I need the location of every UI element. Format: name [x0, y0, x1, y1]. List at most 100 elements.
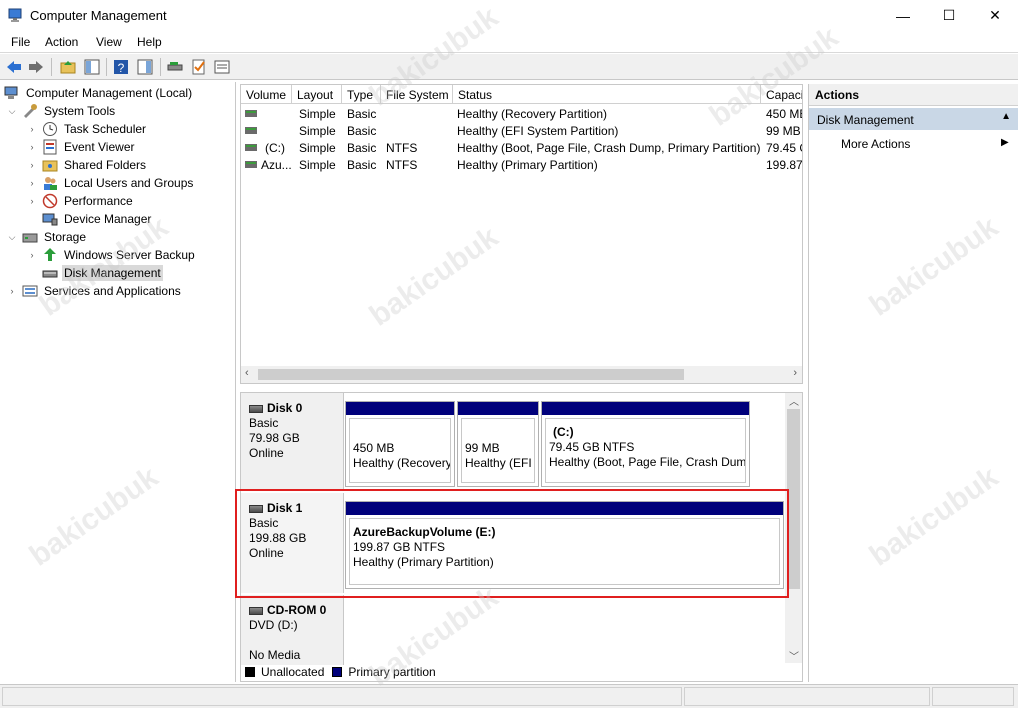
cell-status: Healthy (Primary Partition) [457, 158, 598, 172]
scrollbar-thumb[interactable] [787, 409, 800, 589]
partition-status: Healthy (Boot, Page File, Crash Dump [549, 455, 746, 469]
chevron-down-icon[interactable]: ﹀ [789, 648, 799, 663]
partition-efi[interactable]: 99 MB Healthy (EFI S [457, 401, 539, 487]
device-manager-icon [42, 213, 58, 226]
chevron-down-icon[interactable]: ⌵ [6, 232, 18, 243]
chevron-right-icon[interactable]: › [6, 286, 18, 296]
table-row[interactable]: Simple Basic Healthy (EFI System Partiti… [241, 122, 802, 139]
cell-layout: Simple [299, 158, 336, 172]
tree-item-storage[interactable]: ⌵ Storage [6, 228, 88, 246]
chevron-right-icon[interactable]: › [26, 250, 38, 260]
menu-action[interactable]: Action [45, 35, 78, 49]
tree-item-task-scheduler[interactable]: › Task Scheduler [26, 120, 148, 138]
chevron-up-icon[interactable]: ︿ [789, 393, 799, 408]
tree-item-windows-server-backup[interactable]: › Windows Server Backup [26, 246, 197, 264]
tree-item-shared-folders[interactable]: › Shared Folders [26, 156, 148, 174]
close-button[interactable]: ✕ [972, 0, 1018, 31]
help-icon[interactable]: ? [112, 58, 130, 76]
tree-item-local-users[interactable]: › Local Users and Groups [26, 174, 195, 192]
menu-help[interactable]: Help [137, 35, 162, 49]
cell-volume: Azu... [261, 158, 292, 172]
table-row[interactable]: Azu... Simple Basic NTFS Healthy (Primar… [241, 156, 802, 173]
disk-state: No Media [249, 648, 301, 662]
tree-item-system-tools[interactable]: ⌵ System Tools [6, 102, 117, 120]
disk-1-label[interactable]: Disk 1 Basic 199.88 GB Online [241, 493, 344, 593]
back-arrow-icon[interactable] [5, 58, 23, 76]
submenu-arrow-icon[interactable]: ▶ [1001, 137, 1009, 148]
legend-label-primary: Primary partition [348, 665, 436, 679]
partition-status: Healthy (EFI S [465, 456, 534, 470]
clock-icon [43, 122, 57, 136]
tree-item-performance[interactable]: › Performance [26, 192, 135, 210]
column-header-status[interactable]: Status [453, 85, 761, 104]
table-row[interactable]: (C:) Simple Basic NTFS Healthy (Boot, Pa… [241, 139, 802, 156]
toolbar: ? [0, 54, 1018, 80]
disk-name: Disk 0 [267, 401, 303, 415]
status-cell [2, 687, 682, 706]
chevron-right-icon[interactable]: › [26, 160, 38, 170]
column-header-volume[interactable]: Volume [241, 85, 292, 104]
column-header-file-system[interactable]: File System [381, 85, 453, 104]
chevron-right-icon[interactable]: › [26, 124, 38, 134]
show-hide-action-pane-icon[interactable] [136, 58, 154, 76]
cell-layout: Simple [299, 141, 336, 155]
properties-icon[interactable] [213, 58, 231, 76]
tree-item-services-applications[interactable]: › Services and Applications [6, 282, 183, 300]
tree-item-label: Computer Management (Local) [26, 86, 193, 100]
cell-status: Healthy (EFI System Partition) [457, 124, 619, 138]
tree-item-label: Event Viewer [64, 140, 135, 154]
chevron-right-icon[interactable]: › [793, 367, 797, 379]
chevron-right-icon[interactable]: › [26, 178, 38, 188]
disk-icon [249, 504, 263, 513]
primary-partition-bar [458, 402, 538, 415]
disk-size: 79.98 GB [249, 431, 300, 445]
menu-file[interactable]: File [11, 35, 30, 49]
scrollbar-thumb[interactable] [258, 369, 684, 380]
partition-title: (C:) [553, 425, 574, 439]
tree-item-label: Services and Applications [44, 284, 181, 298]
column-header-capacity[interactable]: Capaci [761, 85, 802, 104]
cdrom-0-label[interactable]: CD-ROM 0 DVD (D:) No Media [241, 595, 344, 665]
maximize-button[interactable]: ☐ [926, 0, 972, 31]
column-header-layout[interactable]: Layout [292, 85, 342, 104]
table-row[interactable]: Simple Basic Healthy (Recovery Partition… [241, 105, 802, 122]
disk-icon [42, 270, 58, 278]
disk-0-label[interactable]: Disk 0 Basic 79.98 GB Online [241, 393, 344, 491]
vertical-scrollbar[interactable]: ︿ ﹀ [785, 393, 802, 663]
more-actions-item[interactable]: More Actions [841, 137, 910, 151]
menu-view[interactable]: View [96, 35, 122, 49]
horizontal-scrollbar[interactable]: ‹ › [241, 366, 802, 383]
tree-item-event-viewer[interactable]: › Event Viewer [26, 138, 136, 156]
disk-type: Basic [249, 416, 279, 430]
cell-file-system: NTFS [386, 158, 418, 172]
legend-swatch-unallocated [245, 667, 255, 677]
volume-icon [245, 110, 257, 117]
forward-arrow-icon[interactable] [27, 58, 45, 76]
actions-section-disk-management[interactable]: Disk Management ▲ [809, 108, 1018, 130]
menu-bar: File Action View Help [0, 31, 1018, 53]
tree-item-device-manager[interactable]: Device Manager [26, 210, 153, 228]
collapse-arrow-icon[interactable]: ▲ [1001, 111, 1011, 122]
minimize-button[interactable]: — [880, 0, 926, 31]
disk-type: Basic [249, 516, 279, 530]
chevron-right-icon[interactable]: › [26, 196, 38, 206]
show-hide-tree-icon[interactable] [83, 58, 101, 76]
connect-drive-icon[interactable] [166, 58, 184, 76]
tree-item-computer-management[interactable]: Computer Management (Local) [4, 84, 194, 102]
chevron-down-icon[interactable]: ⌵ [6, 106, 18, 117]
legend-label-unallocated: Unallocated [261, 665, 325, 679]
console-tree: Computer Management (Local) ⌵ System Too… [0, 82, 236, 682]
window-title: Computer Management [30, 8, 167, 23]
partition-recovery[interactable]: 450 MB Healthy (Recovery [345, 401, 455, 487]
partition-c[interactable]: (C:) 79.45 GB NTFS Healthy (Boot, Page F… [541, 401, 750, 487]
chevron-left-icon[interactable]: ‹ [245, 367, 249, 379]
cell-file-system: NTFS [386, 141, 418, 155]
partition-size: 79.45 GB NTFS [549, 440, 635, 454]
column-header-type[interactable]: Type [342, 85, 381, 104]
checklist-icon[interactable] [190, 58, 208, 76]
tree-item-disk-management[interactable]: Disk Management [26, 264, 163, 282]
up-folder-icon[interactable] [59, 58, 77, 76]
chevron-right-icon[interactable]: › [26, 142, 38, 152]
partition-title: AzureBackupVolume (E:) [353, 525, 496, 539]
partition-azure-backup-volume[interactable]: AzureBackupVolume (E:) 199.87 GB NTFS He… [345, 501, 784, 589]
